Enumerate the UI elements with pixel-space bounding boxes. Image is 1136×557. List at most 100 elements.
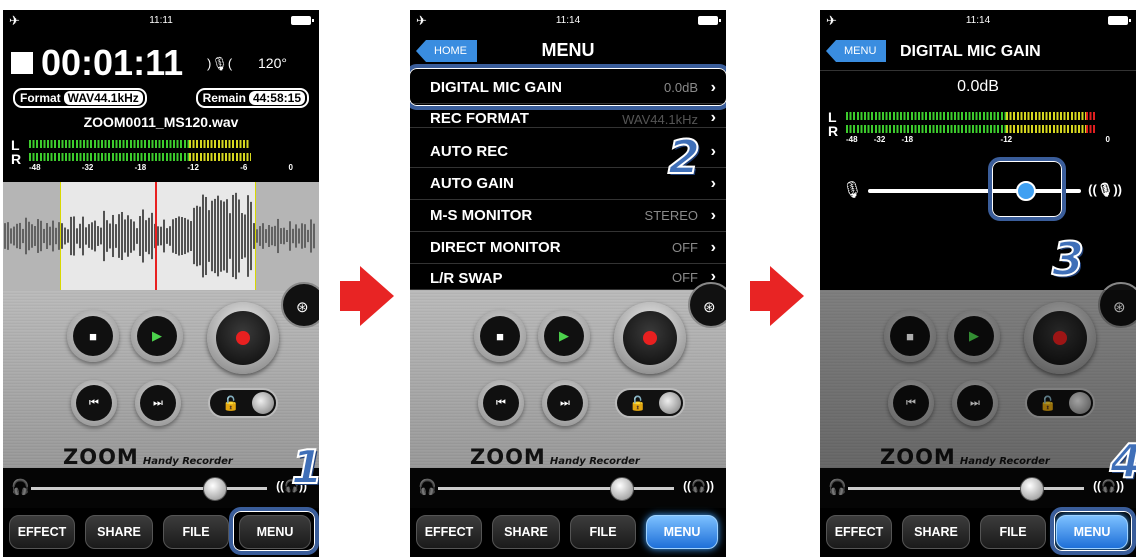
meter-bar-right — [29, 153, 189, 161]
meter-bar-left-peak — [1086, 112, 1096, 120]
chevron-right-icon: › — [710, 174, 716, 192]
volume-track[interactable] — [438, 487, 674, 490]
file-button[interactable]: FILE — [980, 515, 1046, 549]
bottom-toolbar: EFFECT SHARE FILE MENU — [410, 508, 726, 557]
screen-menu: ✈ 11:14 MENU HOME DIGITAL MIC GAIN 0.0dB… — [410, 10, 726, 557]
menu-item-lr-swap[interactable]: L/R SWAP OFF › — [410, 264, 726, 290]
record-dot-icon — [643, 331, 657, 345]
menu-item-label: REC FORMAT — [430, 110, 529, 127]
menu-item-label: DIRECT MONITOR — [430, 239, 561, 256]
scale-tick: -18 — [134, 163, 147, 172]
fast-forward-button[interactable]: ⏭ — [542, 380, 588, 426]
effect-button[interactable]: EFFECT — [416, 515, 482, 549]
meter-bar-right-yellow — [189, 153, 251, 161]
volume-bar: 🎧 ((🎧)) — [820, 468, 1136, 508]
rewind-button[interactable]: ⏮ — [71, 380, 117, 426]
lock-switch[interactable]: 🔓 — [208, 388, 278, 418]
fast-forward-icon: ⏭ — [153, 396, 163, 409]
rotate-button[interactable]: ⊛ — [688, 282, 726, 328]
screen-recording: ✈ 11:11 00:01:11 )🎙( 120° Format WAV44.1… — [3, 10, 319, 557]
effect-button[interactable]: EFFECT — [9, 515, 75, 549]
play-icon: ▶ — [152, 328, 162, 343]
menu-item-label: AUTO GAIN — [430, 175, 514, 192]
recorder-body: ⊛ ■ ▶ ⏮ ⏭ 🔓 ZOOM Handy Recorder — [820, 282, 1136, 469]
remain-value: 44:58:15 — [248, 91, 305, 105]
menu-item-ms-monitor[interactable]: M-S MONITOR STEREO › — [410, 200, 726, 232]
logo-subtitle: Handy Recorder — [549, 456, 640, 467]
volume-thumb[interactable] — [203, 477, 227, 501]
scale-tick: -48 — [846, 135, 858, 144]
step-highlight-mic-gain — [410, 64, 726, 110]
stop-button[interactable]: ■ — [474, 310, 526, 362]
play-icon: ▶ — [559, 328, 569, 343]
logo-text: ZOOM — [470, 445, 546, 469]
page-title: DIGITAL MIC GAIN — [900, 43, 1041, 60]
scale-tick: -48 — [29, 163, 41, 172]
meter-bar-right — [846, 125, 1006, 133]
meter-bar-right-peak — [1086, 125, 1096, 133]
share-button[interactable]: SHARE — [902, 515, 970, 549]
meter-bar-left — [846, 112, 1006, 120]
ms-angle: 120° — [258, 55, 287, 71]
menu-item-label: M-S MONITOR — [430, 207, 533, 224]
volume-track[interactable] — [31, 487, 267, 490]
padlock-icon: 🔓 — [629, 395, 647, 411]
menu-item-value: OFF — [672, 270, 698, 285]
screen-digital-mic-gain: ✈ 11:14 MENU DIGITAL MIC GAIN 0.0dB LR -… — [820, 10, 1136, 557]
stop-icon: ■ — [89, 328, 97, 344]
time-counter: 00:01:11 — [11, 42, 183, 84]
lock-switch[interactable]: 🔓 — [615, 388, 685, 418]
remain-label: Remain — [202, 91, 246, 105]
record-button[interactable] — [614, 302, 686, 374]
lock-knob — [659, 392, 681, 414]
battery-icon — [291, 16, 314, 25]
play-button[interactable]: ▶ — [538, 310, 590, 362]
chevron-right-icon: › — [710, 238, 716, 256]
menu-item-direct-monitor[interactable]: DIRECT MONITOR OFF › — [410, 232, 726, 264]
playhead[interactable] — [155, 182, 157, 290]
meter-channel-labels: LR — [11, 137, 22, 167]
file-button[interactable]: FILE — [163, 515, 229, 549]
meter-channel-labels: LR — [828, 109, 839, 139]
play-button[interactable]: ▶ — [131, 310, 183, 362]
rewind-button[interactable]: ⏮ — [478, 380, 524, 426]
meter-bar-right-yellow — [1006, 125, 1086, 133]
recorder-body: ⊛ ■ ▶ ⏮ ⏭ 🔓 ZOOM Handy Recorder — [410, 282, 726, 469]
scale-tick: 0 — [1105, 135, 1110, 144]
marker-line — [255, 182, 256, 290]
file-button[interactable]: FILE — [570, 515, 636, 549]
record-button[interactable] — [207, 302, 279, 374]
format-pill: Format WAV44.1kHz — [13, 88, 147, 108]
fast-forward-button[interactable]: ⏭ — [135, 380, 181, 426]
file-name: ZOOM0011_MS120.wav — [83, 114, 239, 130]
meter-bar-left-yellow — [189, 140, 249, 148]
waveform-display[interactable] — [3, 182, 319, 290]
divider — [820, 70, 1136, 71]
volume-thumb[interactable] — [610, 477, 634, 501]
counter-text: 00:01:11 — [41, 42, 184, 83]
share-button[interactable]: SHARE — [85, 515, 153, 549]
format-value: WAV44.1kHz — [63, 91, 143, 105]
scale-tick: -12 — [1000, 135, 1013, 144]
volume-track[interactable] — [848, 487, 1084, 490]
home-back-button[interactable]: HOME — [416, 40, 477, 62]
fast-forward-icon: ⏭ — [560, 396, 570, 409]
stop-button[interactable]: ■ — [67, 310, 119, 362]
padlock-icon: 🔓 — [222, 395, 240, 411]
lock-knob — [252, 392, 274, 414]
menu-button[interactable]: MENU — [646, 515, 718, 549]
format-label: Format — [20, 91, 61, 105]
meter-scale: -48 -32 -18 -12 0 — [846, 135, 1110, 144]
menu-item-label: AUTO REC — [430, 143, 509, 160]
share-button[interactable]: SHARE — [492, 515, 560, 549]
rotate-button[interactable]: ⊛ — [281, 282, 319, 328]
meter-scale: -48 -32 -18 -12 -6 0 — [29, 163, 293, 172]
battery-icon — [698, 16, 721, 25]
effect-button[interactable]: EFFECT — [826, 515, 892, 549]
step-number: 2 — [667, 129, 701, 185]
chevron-right-icon: › — [710, 142, 716, 160]
scale-tick: -32 — [873, 135, 886, 144]
volume-thumb[interactable] — [1020, 477, 1044, 501]
headphone-icon: 🎧 — [11, 479, 30, 496]
menu-back-button[interactable]: MENU — [826, 40, 887, 62]
